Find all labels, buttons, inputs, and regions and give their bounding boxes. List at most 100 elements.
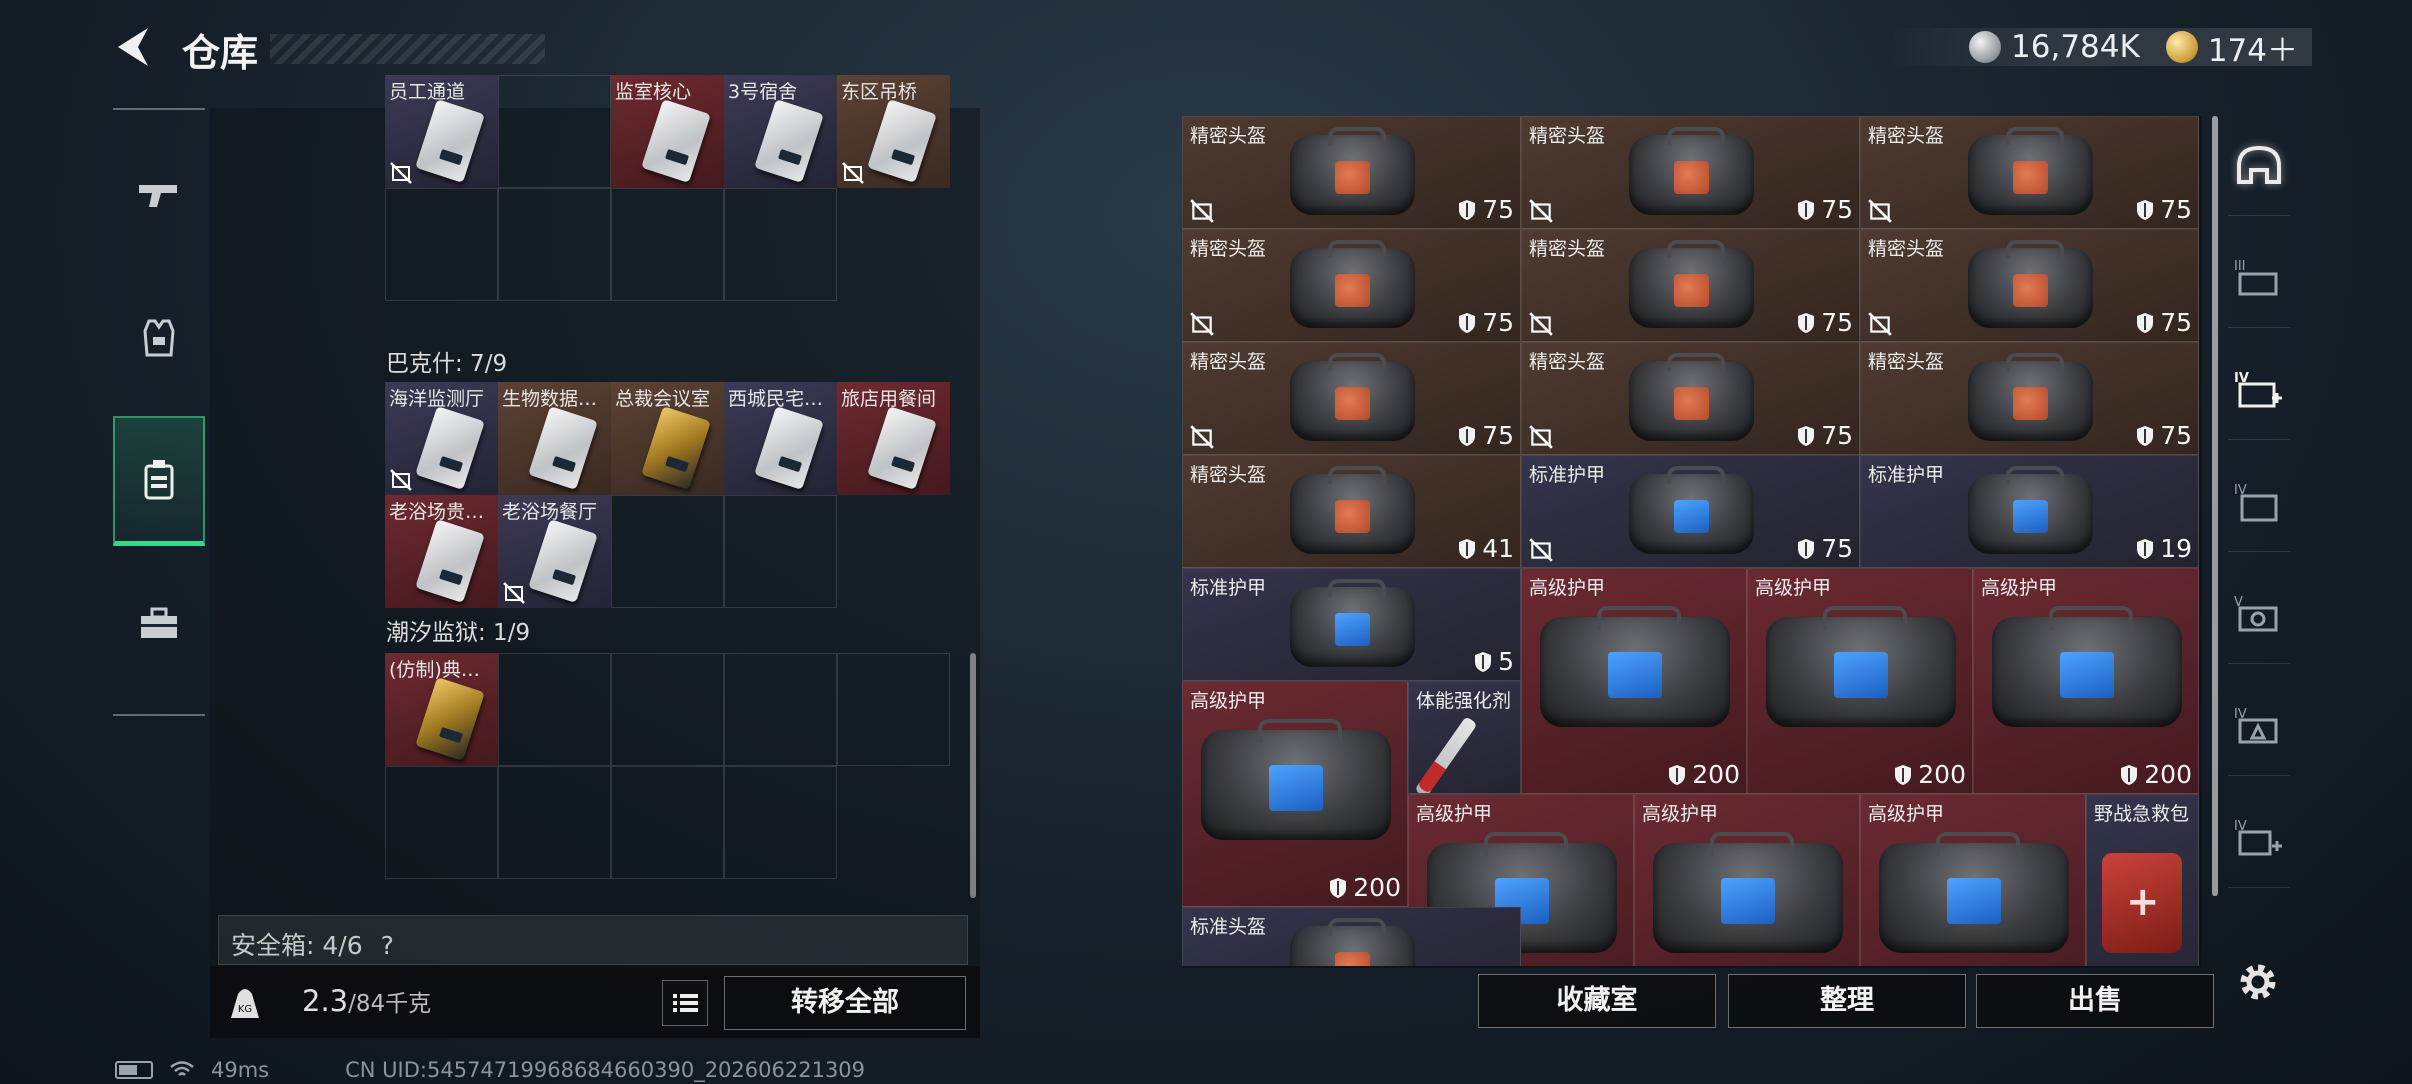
durability: 19 bbox=[2136, 534, 2192, 563]
left-scroll-thumb[interactable] bbox=[970, 653, 976, 898]
grid-slot[interactable] bbox=[498, 766, 611, 879]
item-label: 高级护甲 bbox=[1642, 803, 1719, 825]
grid-slot[interactable] bbox=[724, 495, 837, 608]
item-label: 标准护甲 bbox=[1190, 577, 1267, 599]
inventory-item[interactable]: 标准护甲 75 bbox=[1521, 455, 1860, 568]
keycard-item[interactable]: 员工通道 bbox=[385, 75, 498, 188]
currency-silver[interactable]: 16,784K bbox=[1969, 29, 2140, 65]
inventory-item[interactable]: 精密头盔 75 bbox=[1182, 229, 1521, 342]
inventory-item[interactable]: 标准护甲 5 bbox=[1182, 568, 1521, 681]
category-tools[interactable] bbox=[113, 558, 205, 688]
category-weapons[interactable] bbox=[113, 130, 205, 260]
grid-slot[interactable] bbox=[724, 188, 837, 301]
inventory-item[interactable]: 精密头盔 41 bbox=[1182, 455, 1521, 568]
category-armor[interactable] bbox=[113, 272, 205, 402]
keycard-item[interactable]: 旅店用餐间 bbox=[837, 382, 950, 495]
tab-locker-t4[interactable]: IV bbox=[2228, 452, 2290, 552]
list-view-button[interactable] bbox=[662, 980, 708, 1026]
inventory-item[interactable]: 精密头盔 75 bbox=[1521, 342, 1860, 455]
tab-helmets[interactable] bbox=[2228, 116, 2290, 216]
keycard-item[interactable]: 海洋监测厅 bbox=[385, 382, 498, 495]
keycard-item[interactable]: 东区吊桥 bbox=[837, 75, 950, 188]
keycard-holder-icon bbox=[144, 459, 174, 499]
tab-camera-t5[interactable]: V bbox=[2228, 564, 2290, 664]
filter-tab-bar: III IV IV V IV IV bbox=[2228, 116, 2290, 976]
transfer-all-button[interactable]: 转移全部 bbox=[724, 976, 966, 1030]
item-grid: 精密头盔 75 精密头盔 75 精密头盔 75 精密头盔 75 精密头盔 75 精密头盔 75 精密头盔… bbox=[1182, 116, 2202, 966]
grid-slot[interactable] bbox=[724, 653, 837, 766]
user-uid: CN UID:545747199686846603​90_20260622130… bbox=[345, 1058, 866, 1082]
settings-button[interactable] bbox=[2234, 958, 2282, 1006]
inventory-item[interactable]: 野战急救包 bbox=[2086, 794, 2199, 966]
keycard-item[interactable]: (仿制)典… bbox=[385, 653, 498, 766]
grid-slot[interactable] bbox=[498, 653, 611, 766]
locker-tier4-icon: IV bbox=[2234, 483, 2278, 521]
inventory-item[interactable]: 高级护甲 200 bbox=[1973, 568, 2199, 794]
item-label: 精密头盔 bbox=[1529, 351, 1606, 373]
safe-box-bar[interactable]: 安全箱: 4/6 ? bbox=[218, 915, 968, 965]
item-label: 高级护甲 bbox=[1190, 690, 1267, 712]
camera-tier5-icon: V bbox=[2234, 595, 2278, 631]
durability: 200 bbox=[1668, 760, 1740, 789]
grid-slot[interactable] bbox=[611, 766, 724, 879]
tab-vest-t4[interactable]: IV bbox=[2228, 676, 2290, 776]
keycard-item[interactable]: 3号宿舍 bbox=[724, 75, 837, 188]
weight-icon: KG bbox=[231, 989, 259, 1018]
inventory-item[interactable]: 高级护甲 200 bbox=[1747, 568, 1973, 794]
grid-slot[interactable] bbox=[385, 188, 498, 301]
inventory-item[interactable]: 标准护甲 19 bbox=[1860, 455, 2199, 568]
currency-gold[interactable]: 174＋ bbox=[2165, 25, 2298, 70]
keycard-item[interactable]: 监室核心 bbox=[611, 75, 724, 188]
keycard-storage-panel: 员工通道 监室核心 3号宿舍 东区吊桥海洋监测厅 生物数据… 总裁会议室 西城民宅… 旅店用餐… bbox=[210, 75, 980, 1038]
category-keycards[interactable] bbox=[113, 416, 205, 546]
gear-icon bbox=[2240, 964, 2276, 1000]
back-button[interactable] bbox=[110, 22, 160, 72]
durability-value: 75 bbox=[1821, 534, 1853, 563]
inventory-item[interactable]: 精密头盔 75 bbox=[1521, 229, 1860, 342]
keycard-item[interactable]: 老浴场贵… bbox=[385, 495, 498, 608]
tab-medkit-t4[interactable]: IV bbox=[2228, 340, 2290, 440]
help-icon[interactable]: ? bbox=[381, 931, 394, 960]
keycard-item[interactable]: 老浴场餐厅 bbox=[498, 495, 611, 608]
grid-slot[interactable] bbox=[611, 495, 724, 608]
inventory-item[interactable]: 精密头盔 75 bbox=[1860, 342, 2199, 455]
inventory-item[interactable]: 精密头盔 75 bbox=[1182, 342, 1521, 455]
durability: 200 bbox=[1329, 873, 1401, 902]
keycard-item[interactable]: 生物数据… bbox=[498, 382, 611, 495]
inventory-item[interactable]: 高级护甲 bbox=[1860, 794, 2086, 966]
no-trade-icon bbox=[1529, 538, 1553, 562]
right-scroll-thumb[interactable] bbox=[2212, 116, 2218, 896]
inventory-item[interactable]: 高级护甲 bbox=[1634, 794, 1860, 966]
inventory-item[interactable]: 体能强化剂 bbox=[1408, 681, 1521, 794]
organize-button[interactable]: 整理 bbox=[1728, 974, 1966, 1028]
grid-slot[interactable] bbox=[498, 188, 611, 301]
right-scrollbar[interactable] bbox=[2212, 116, 2218, 896]
tab-armor-t3[interactable]: III bbox=[2228, 228, 2290, 328]
collection-room-button[interactable]: 收藏室 bbox=[1478, 974, 1716, 1028]
inventory-item[interactable]: 精密头盔 75 bbox=[1182, 116, 1521, 229]
inventory-item[interactable]: 高级护甲 200 bbox=[1182, 681, 1408, 907]
left-scrollbar[interactable] bbox=[970, 108, 976, 898]
grid-slot[interactable] bbox=[837, 653, 950, 766]
sell-button[interactable]: 出售 bbox=[1976, 974, 2214, 1028]
inventory-item[interactable]: 精密头盔 75 bbox=[1860, 229, 2199, 342]
keycard-item[interactable]: 总裁会议室 bbox=[611, 382, 724, 495]
currency-silver-value: 16,784K bbox=[2011, 29, 2140, 65]
inventory-item[interactable]: 标准头盔 bbox=[1182, 907, 1521, 966]
inventory-item[interactable]: 高级护甲 200 bbox=[1521, 568, 1747, 794]
keycard-item[interactable]: 西城民宅… bbox=[724, 382, 837, 495]
keycard-icon bbox=[528, 406, 598, 490]
grid-slot[interactable] bbox=[724, 766, 837, 879]
grid-slot[interactable] bbox=[611, 188, 724, 301]
grid-slot[interactable] bbox=[385, 766, 498, 879]
inventory-item[interactable]: 精密头盔 75 bbox=[1860, 116, 2199, 229]
section-title-tide-prison: 潮汐监狱: 1/9 bbox=[386, 620, 531, 646]
tab-medkit-plus-t4[interactable]: IV bbox=[2228, 788, 2290, 888]
grid-slot[interactable] bbox=[498, 75, 611, 188]
no-trade-icon bbox=[503, 582, 525, 604]
inventory-item[interactable]: 精密头盔 75 bbox=[1521, 116, 1860, 229]
keycard-icon bbox=[754, 406, 824, 490]
grid-slot[interactable] bbox=[611, 653, 724, 766]
keycard-icon bbox=[415, 677, 485, 761]
silver-coin-icon bbox=[1969, 31, 2002, 63]
